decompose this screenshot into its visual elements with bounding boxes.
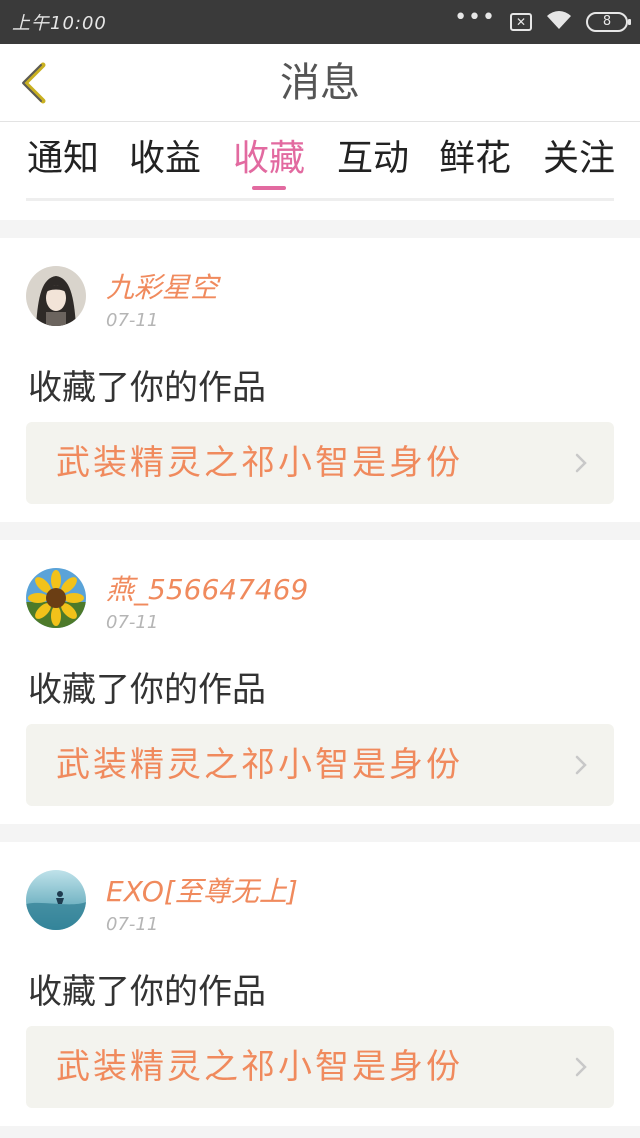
action-text: 收藏了你的作品 [28, 670, 266, 710]
chevron-right-icon [575, 1057, 587, 1077]
timestamp: 07-11 [106, 914, 159, 935]
tab-favorites[interactable]: 收藏 [224, 134, 314, 184]
divider [26, 198, 614, 201]
tab-earnings[interactable]: 收益 [120, 134, 210, 184]
work-title: 武装精灵之祁小智是身份 [56, 1047, 463, 1087]
username[interactable]: 燕_556647469 [106, 568, 308, 608]
tab-follows[interactable]: 关注 [534, 134, 624, 184]
list-item[interactable]: 燕_556647469 07-11 收藏了你的作品 武装精灵之祁小智是身份 [0, 540, 640, 824]
work-link[interactable]: 武装精灵之祁小智是身份 [26, 422, 614, 504]
signal-dots-icon: ••• [454, 5, 496, 30]
work-title: 武装精灵之祁小智是身份 [56, 745, 463, 785]
status-bar: 上午10:00 ••• ✕ 8 [0, 0, 640, 44]
list-item[interactable]: 九彩星空 07-11 收藏了你的作品 武装精灵之祁小智是身份 [0, 238, 640, 522]
avatar[interactable] [26, 266, 86, 326]
list-item[interactable]: EXO[至尊无上] 07-11 收藏了你的作品 武装精灵之祁小智是身份 [0, 842, 640, 1126]
page-title: 消息 [280, 60, 360, 106]
battery-icon: 8 [586, 12, 631, 32]
tab-notifications[interactable]: 通知 [18, 134, 108, 184]
back-button[interactable] [12, 58, 56, 108]
wifi-icon [546, 10, 572, 34]
tab-flowers[interactable]: 鲜花 [430, 134, 520, 184]
action-text: 收藏了你的作品 [28, 972, 266, 1012]
active-tab-indicator [252, 186, 286, 190]
avatar[interactable] [26, 870, 86, 930]
status-time: 上午10:00 [12, 13, 107, 34]
status-icons: ••• ✕ 8 [454, 5, 631, 34]
nav-bar: 消息 [0, 44, 640, 122]
action-text: 收藏了你的作品 [28, 368, 266, 408]
chevron-right-icon [575, 453, 587, 473]
avatar[interactable] [26, 568, 86, 628]
timestamp: 07-11 [106, 612, 159, 633]
tab-bar: 通知 收益 收藏 互动 鲜花 关注 [0, 122, 640, 220]
timestamp: 07-11 [106, 310, 159, 331]
no-sim-icon: ✕ [510, 13, 532, 31]
chevron-right-icon [575, 755, 587, 775]
tab-interaction[interactable]: 互动 [328, 134, 418, 184]
work-title: 武装精灵之祁小智是身份 [56, 443, 463, 483]
work-link[interactable]: 武装精灵之祁小智是身份 [26, 1026, 614, 1108]
chevron-left-icon [22, 62, 46, 104]
work-link[interactable]: 武装精灵之祁小智是身份 [26, 724, 614, 806]
username[interactable]: 九彩星空 [106, 266, 218, 306]
username[interactable]: EXO[至尊无上] [106, 870, 298, 910]
